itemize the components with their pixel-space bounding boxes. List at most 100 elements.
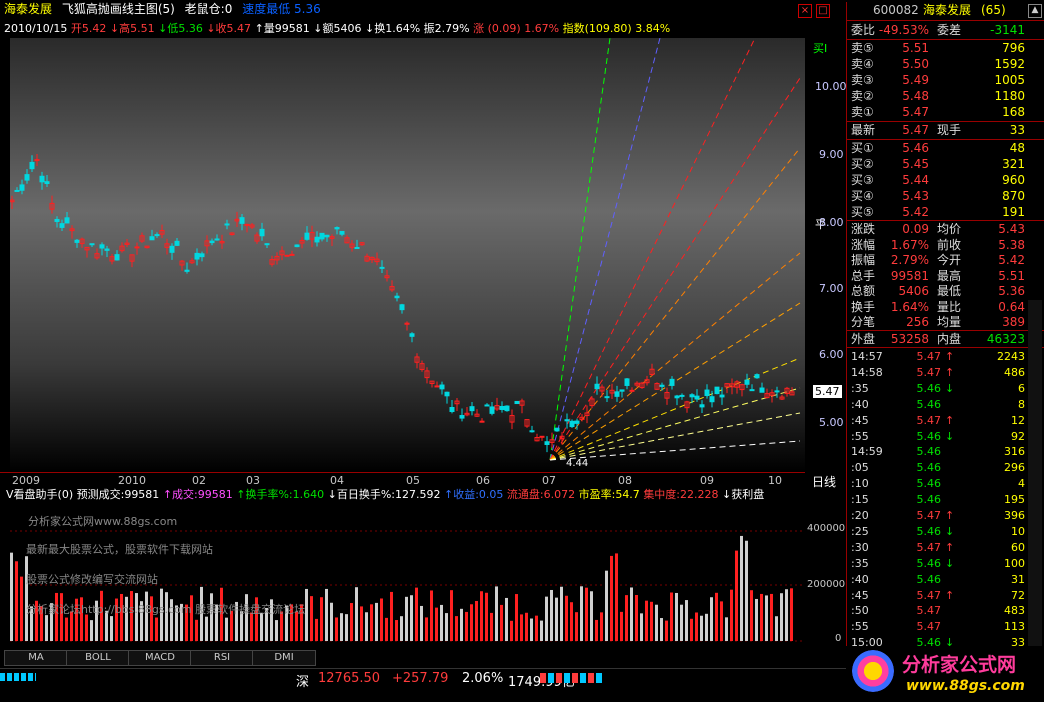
volume-bar — [570, 602, 573, 641]
buy-row[interactable]: 买② 5.45 321 — [847, 156, 1029, 172]
tick-arrow: ↓ — [945, 381, 955, 395]
buy-row[interactable]: 买③ 5.44 960 — [847, 172, 1029, 188]
sell-row[interactable]: 卖③ 5.49 1005 — [847, 72, 1029, 88]
volume-bar — [345, 614, 348, 641]
volume-axis: 400000 200000 0 — [805, 503, 845, 646]
candle-body — [619, 389, 625, 392]
volume-bar — [695, 612, 698, 641]
tick-row: 14:59 5.46 316 — [847, 444, 1029, 460]
tick-time: 14:59 — [851, 445, 883, 459]
tab-ma[interactable]: MA — [4, 650, 68, 666]
market-pct: 2.06% — [462, 671, 504, 686]
tick-volume: 195 — [1004, 493, 1025, 507]
volume-bar — [580, 586, 583, 641]
volume-panel[interactable]: 分析家公式网www.88gs.com 最新最大股票公式，股票软件下载网站 股票公… — [10, 503, 805, 646]
volume-bar — [85, 614, 88, 641]
candle-body — [209, 240, 215, 244]
tick-arrow: ↑ — [945, 413, 955, 427]
tick-price: 5.47 — [916, 413, 942, 427]
watermark-text: 最新最大股票公式，股票软件下载网站 — [26, 543, 213, 556]
tick-volume: 60 — [1011, 540, 1025, 554]
stat-value: 389 — [1002, 315, 1025, 329]
vol-value: ↑成交:99581 — [162, 488, 233, 501]
buy-row[interactable]: 买④ 5.43 870 — [847, 188, 1029, 204]
sell-label: 卖② — [851, 89, 874, 103]
tick-volume: 6 — [1018, 381, 1025, 395]
site-logo: 分析家公式网 www.88gs.com — [846, 646, 1044, 702]
tick-row: :55 5.47 113 — [847, 619, 1029, 635]
volume-bar — [400, 616, 403, 641]
tab-macd[interactable]: MACD — [128, 650, 192, 666]
volume-bar — [15, 561, 18, 641]
candle-body — [439, 384, 445, 390]
candle-body — [284, 254, 290, 257]
candle-body — [499, 406, 505, 410]
tab-boll[interactable]: BOLL — [66, 650, 130, 666]
buy-volume: 960 — [1002, 173, 1025, 187]
volume-bar — [430, 590, 433, 641]
candle-body — [394, 295, 400, 299]
tick-row: :05 5.46 296 — [847, 460, 1029, 476]
volume-bar — [515, 594, 518, 641]
stat-label: 分笔 — [851, 315, 876, 329]
tab-rsi[interactable]: RSI — [190, 650, 254, 666]
stat-row: 总手 99581 最高 5.51 — [847, 268, 1029, 284]
buy-row[interactable]: 买① 5.46 48 — [847, 140, 1029, 156]
holding: 老鼠仓:0 — [184, 2, 233, 16]
sell-row[interactable]: 卖① 5.47 168 — [847, 104, 1029, 120]
volume-bar — [360, 606, 363, 641]
buy-price: 5.43 — [902, 189, 929, 203]
flower-icon — [852, 650, 894, 692]
candle-body — [104, 248, 110, 251]
tick-row: 14:58 5.47 ↑ 486 — [847, 365, 1029, 381]
tick-price: 5.47 — [916, 620, 942, 634]
candle-body — [169, 245, 175, 253]
volume-bar — [690, 618, 693, 641]
volume-bar — [770, 593, 773, 641]
tab-dmi[interactable]: DMI — [252, 650, 316, 666]
outer-inner-row: 外盘 53258 内盘 46323 — [847, 331, 1029, 347]
volume-bar — [410, 595, 413, 641]
stat-value: 0.64 — [998, 299, 1025, 314]
sell-volume: 168 — [1002, 105, 1025, 119]
indicator-name[interactable]: V看盘助手(0) — [6, 488, 73, 501]
volume-bar — [605, 570, 608, 641]
stat-label: 振幅 — [851, 253, 876, 267]
sell-row[interactable]: 卖② 5.48 1180 — [847, 88, 1029, 104]
volume-bar — [750, 590, 753, 641]
volume-bar — [550, 589, 553, 641]
close-icon[interactable]: × — [798, 4, 812, 18]
candle-body — [754, 374, 760, 379]
price-tick: 10.00 — [815, 80, 847, 93]
profit-ratio: ↓获利盘 — [722, 488, 765, 501]
ratio-label: 委比 — [851, 23, 876, 37]
candlestick-chart[interactable]: 4.44 — [10, 38, 805, 472]
candle-body — [114, 254, 120, 261]
tick-volume: 100 — [1004, 556, 1025, 570]
candle-body — [89, 243, 95, 246]
vol-tick: 0 — [835, 633, 842, 644]
buy-label: 买④ — [851, 189, 874, 203]
tick-arrow: ↑ — [945, 365, 955, 379]
candle-body — [339, 230, 345, 235]
stock-name[interactable]: 海泰发展 — [4, 2, 52, 16]
price-tick: 6.00 — [819, 348, 844, 361]
volume-bar — [485, 592, 488, 641]
volume-bar — [315, 618, 318, 641]
tick-price: 5.46 — [916, 381, 942, 395]
stat-value: 5.36 — [998, 284, 1025, 298]
diff-label: 委差 — [937, 23, 962, 37]
volume-bar — [90, 620, 93, 641]
sell-row[interactable]: 卖⑤ 5.51 796 — [847, 40, 1029, 56]
candle-body — [334, 227, 340, 230]
buy-row[interactable]: 买⑤ 5.42 191 — [847, 204, 1029, 220]
restore-icon[interactable]: □ — [816, 4, 830, 18]
volume-bar — [310, 596, 313, 641]
panel-scrollbar[interactable] — [1028, 300, 1042, 650]
stat-label: 涨跌 — [851, 222, 876, 236]
tick-row: 14:57 5.47 ↑ 2243 — [847, 349, 1029, 365]
fan-line — [549, 387, 801, 461]
tick-price: 5.46 — [916, 477, 942, 491]
sell-row[interactable]: 卖④ 5.50 1592 — [847, 56, 1029, 72]
scroll-up-icon[interactable]: ▲ — [1028, 4, 1042, 18]
